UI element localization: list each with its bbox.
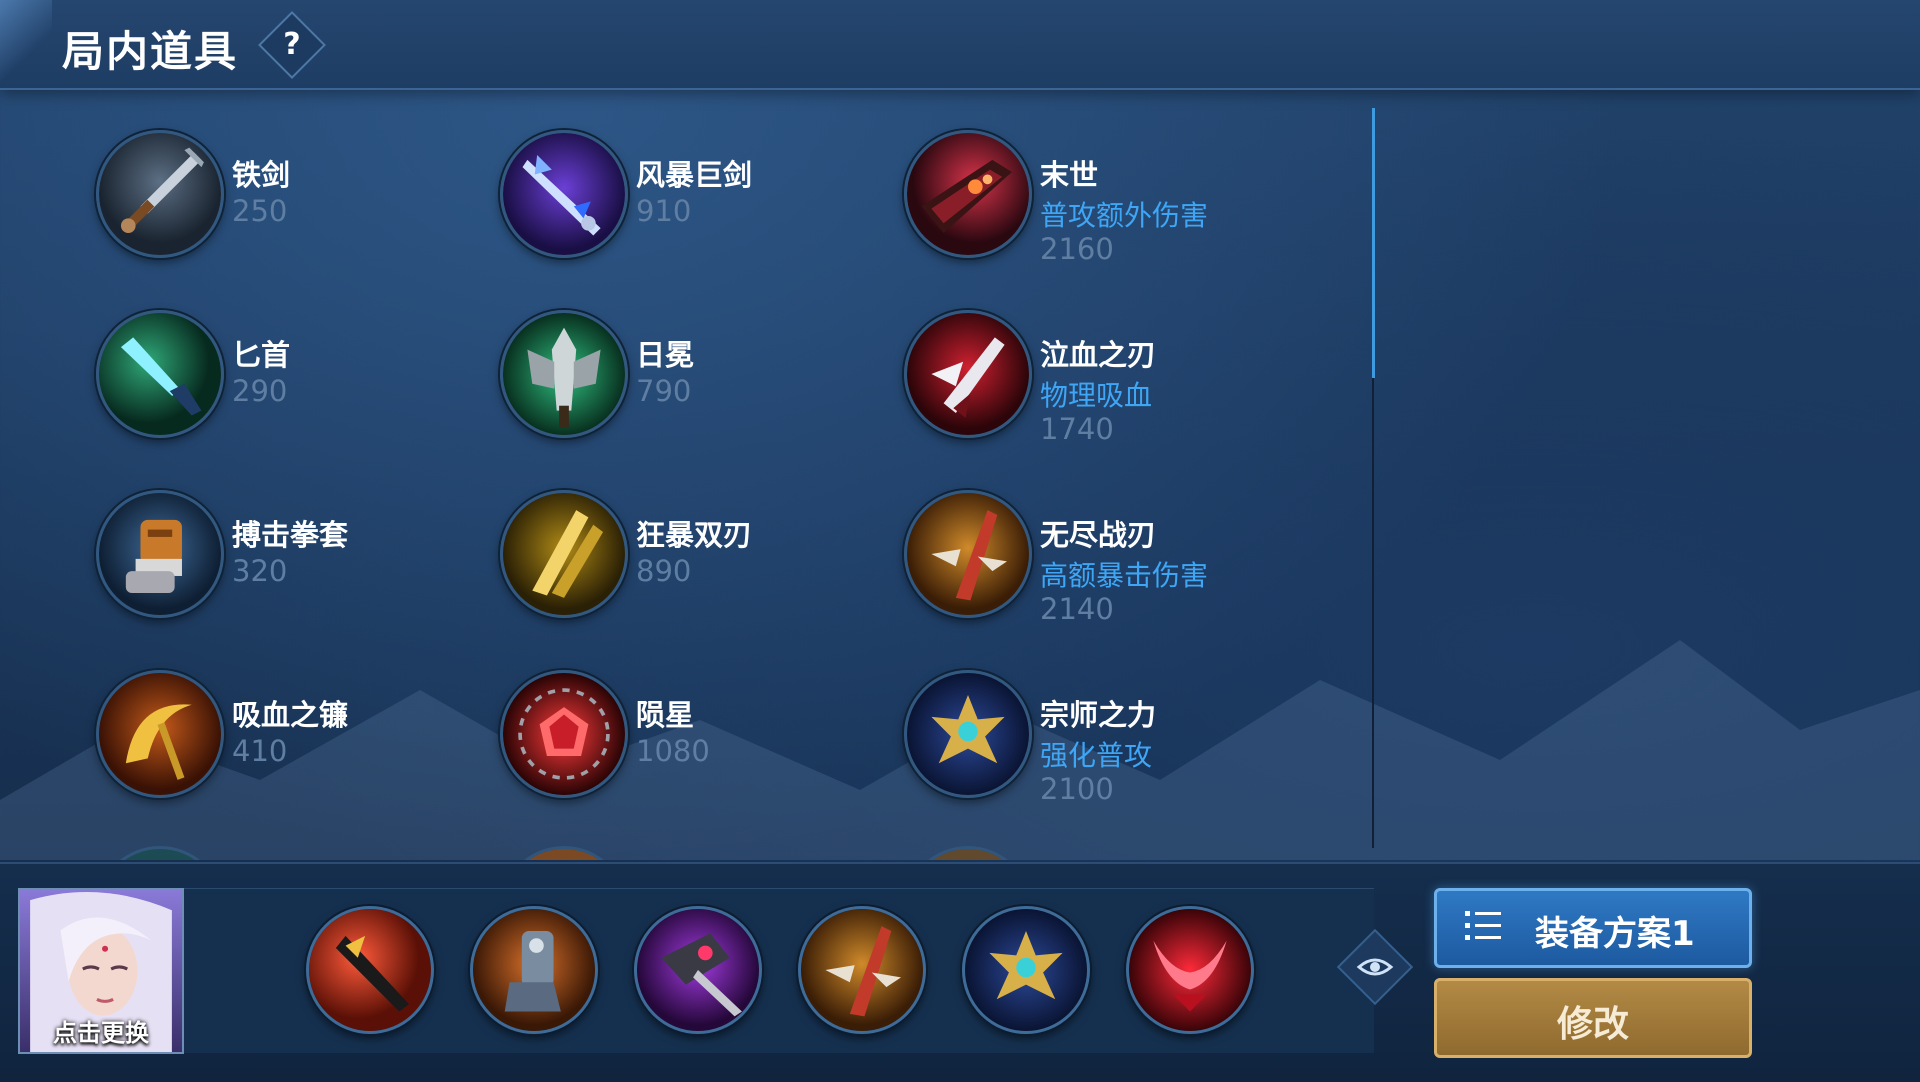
header-bar: 局内道具 ?	[0, 0, 1920, 90]
item-name: 狂暴双刃	[636, 518, 753, 552]
edit-button[interactable]: 修改	[1434, 978, 1752, 1058]
equipment-plan-label: 装备方案1	[1535, 914, 1695, 954]
item-price: 2160	[1040, 232, 1114, 266]
equipped-slot-3[interactable]	[634, 906, 762, 1034]
item-price: 320	[232, 554, 288, 588]
partial-item-icon	[500, 846, 628, 860]
item-list[interactable]: 铁剑 250 风暴巨剑 910 末世 普攻额外伤害 2160 匕首 290 日冕…	[0, 90, 1374, 860]
item-name: 末世	[1040, 158, 1099, 192]
partial-item-icon	[96, 846, 224, 860]
item-card[interactable]: 匕首 290	[96, 310, 496, 460]
vampire-scythe-icon	[96, 670, 224, 798]
master-power-icon	[965, 909, 1087, 1031]
item-name: 匕首	[232, 338, 291, 372]
corona-icon	[500, 310, 628, 438]
infinity-edge-icon	[801, 909, 923, 1031]
item-card[interactable]: 宗师之力 强化普攻 2100	[904, 670, 1304, 820]
dagger-icon	[96, 310, 224, 438]
equipped-slot-5[interactable]	[962, 906, 1090, 1034]
item-price: 250	[232, 194, 288, 228]
storm-greatsword-icon	[500, 130, 628, 258]
item-card[interactable]: 日冕 790	[500, 310, 900, 460]
master-power-icon	[904, 670, 1032, 798]
item-name: 铁剑	[232, 158, 291, 192]
header-corner-decoration	[0, 0, 52, 88]
item-price: 2100	[1040, 772, 1114, 806]
page-title: 局内道具	[62, 27, 239, 76]
item-card[interactable]: 无尽战刃 高额暴击伤害 2140	[904, 490, 1304, 640]
meteor-icon	[500, 670, 628, 798]
item-name: 泣血之刃	[1040, 338, 1157, 372]
warrior-boots-icon	[473, 909, 595, 1031]
item-name: 吸血之镰	[232, 698, 349, 732]
scrollbar-thumb[interactable]	[1372, 108, 1375, 378]
partial-item-icon	[904, 846, 1032, 860]
item-card[interactable]: 铁剑 250	[96, 130, 496, 280]
item-price: 2140	[1040, 592, 1114, 626]
item-effect: 普攻额外伤害	[1040, 199, 1209, 232]
item-card[interactable]: 泣血之刃 物理吸血 1740	[904, 310, 1304, 460]
crimson-horns-icon	[1129, 909, 1251, 1031]
item-effect: 物理吸血	[1040, 379, 1153, 412]
item-effect: 高额暴击伤害	[1040, 559, 1209, 592]
item-price: 890	[636, 554, 692, 588]
item-card[interactable]: 风暴巨剑 910	[500, 130, 900, 280]
item-name: 无尽战刃	[1040, 518, 1157, 552]
equipped-slot-4[interactable]	[798, 906, 926, 1034]
item-price: 790	[636, 374, 692, 408]
item-price: 290	[232, 374, 288, 408]
purple-axe-icon	[637, 909, 759, 1031]
equipped-slot-6[interactable]	[1126, 906, 1254, 1034]
item-card[interactable]: 狂暴双刃 890	[500, 490, 900, 640]
item-price: 910	[636, 194, 692, 228]
question-icon: ?	[283, 27, 301, 62]
iron-sword-icon	[96, 130, 224, 258]
item-price: 1080	[636, 734, 710, 768]
list-icon	[1465, 911, 1501, 940]
equipped-slot-2[interactable]	[470, 906, 598, 1034]
edit-button-label: 修改	[1556, 1004, 1629, 1045]
hero-portrait[interactable]: 点击更换	[18, 888, 184, 1054]
berserk-blades-icon	[500, 490, 628, 618]
item-card[interactable]: 吸血之镰 410	[96, 670, 496, 820]
item-card[interactable]: 末世 普攻额外伤害 2160	[904, 130, 1304, 280]
item-name: 搏击拳套	[232, 518, 349, 552]
item-card[interactable]: 陨星 1080	[500, 670, 900, 820]
equipped-slot-1[interactable]	[306, 906, 434, 1034]
item-price: 410	[232, 734, 288, 768]
item-name: 陨星	[636, 698, 695, 732]
item-card[interactable]: 搏击拳套 320	[96, 490, 496, 640]
change-hero-label: 点击更换	[53, 1019, 149, 1047]
boxing-gauntlet-icon	[96, 490, 224, 618]
item-name: 宗师之力	[1040, 698, 1157, 732]
infinity-edge-icon	[904, 490, 1032, 618]
item-name: 日冕	[636, 338, 695, 372]
shadow-blade-icon	[309, 909, 431, 1031]
eye-icon	[1356, 958, 1394, 976]
item-effect: 强化普攻	[1040, 739, 1153, 772]
item-name: 风暴巨剑	[636, 158, 753, 192]
item-price: 1740	[1040, 412, 1114, 446]
help-button[interactable]: ?	[258, 11, 326, 79]
doomsday-icon	[904, 130, 1032, 258]
equipment-plan-button[interactable]: 装备方案1	[1434, 888, 1752, 968]
bloodweeper-icon	[904, 310, 1032, 438]
